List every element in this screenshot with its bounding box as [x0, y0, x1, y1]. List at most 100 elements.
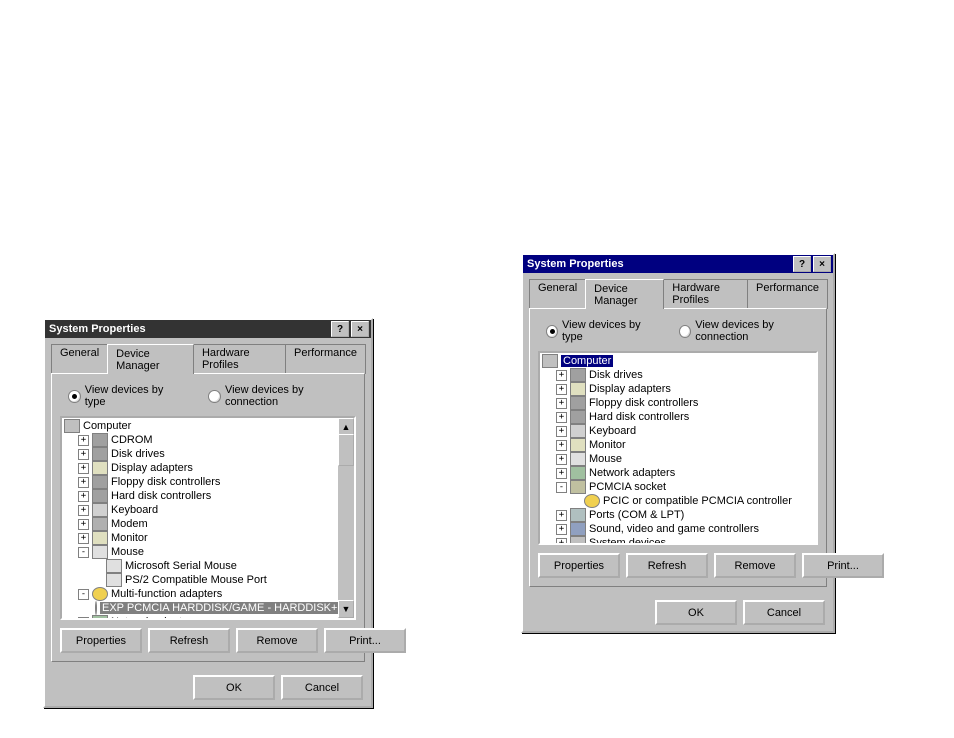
tree-item[interactable]: + Sound, video and game controllers [542, 522, 816, 536]
radio-view-by-connection[interactable]: View devices by connection [679, 319, 818, 343]
expand-icon[interactable]: + [556, 510, 567, 521]
refresh-button[interactable]: Refresh [626, 553, 708, 578]
tree-item[interactable]: Microsoft Serial Mouse [64, 559, 354, 573]
titlebar[interactable]: System Properties ? × [45, 320, 371, 338]
expand-icon[interactable]: + [556, 370, 567, 381]
tree-item[interactable]: - PCMCIA socket [542, 480, 816, 494]
tree-item[interactable]: +Keyboard [542, 424, 816, 438]
tab-general[interactable]: General [529, 279, 586, 309]
tab-hardware-profiles[interactable]: Hardware Profiles [193, 344, 286, 374]
tree-root[interactable]: Computer [542, 354, 816, 368]
remove-button[interactable]: Remove [236, 628, 318, 653]
tree-root[interactable]: Computer [64, 419, 354, 433]
collapse-icon[interactable]: - [78, 589, 89, 600]
expand-icon[interactable]: + [556, 524, 567, 535]
scroll-down-icon[interactable]: ▼ [338, 600, 354, 618]
tree-item[interactable]: +Display adapters [64, 461, 354, 475]
tab-device-manager[interactable]: Device Manager [585, 279, 664, 309]
collapse-icon[interactable]: - [556, 482, 567, 493]
tree-item[interactable]: +Hard disk controllers [64, 489, 354, 503]
window-title: System Properties [49, 323, 329, 335]
tree-item[interactable]: +CDROM [64, 433, 354, 447]
tree-item[interactable]: - Mouse [64, 545, 354, 559]
print-button[interactable]: Print... [802, 553, 884, 578]
help-button[interactable]: ? [331, 321, 349, 337]
tree-label: Sound, video and game controllers [589, 523, 759, 535]
scroll-thumb[interactable] [338, 434, 354, 466]
device-icon [95, 601, 97, 615]
tree-item[interactable]: +Mouse [542, 452, 816, 466]
tree-item[interactable]: + Modem [64, 517, 354, 531]
cancel-button[interactable]: Cancel [743, 600, 825, 625]
tab-general[interactable]: General [51, 344, 108, 374]
tab-device-manager[interactable]: Device Manager [107, 344, 194, 374]
device-icon [570, 466, 586, 480]
tree-item[interactable]: PCIC or compatible PCMCIA controller [542, 494, 816, 508]
expand-icon[interactable]: + [556, 538, 567, 546]
tree-label: PCIC or compatible PCMCIA controller [603, 495, 792, 507]
tree-label: PCMCIA socket [589, 481, 666, 493]
tab-performance[interactable]: Performance [747, 279, 828, 309]
tree-item[interactable]: +Ports (COM & LPT) [542, 508, 816, 522]
tab-performance[interactable]: Performance [285, 344, 366, 374]
tree-item[interactable]: EXP PCMCIA HARDDISK/GAME - HARDDISK+GAME [64, 601, 354, 615]
tree-item[interactable]: +Display adapters [542, 382, 816, 396]
tab-hardware-profiles[interactable]: Hardware Profiles [663, 279, 748, 309]
tree-item[interactable]: +Hard disk controllers [542, 410, 816, 424]
expand-icon[interactable]: + [78, 519, 89, 530]
radio-view-by-connection[interactable]: View devices by connection [208, 384, 356, 408]
tree-label: Modem [111, 518, 148, 530]
remove-button[interactable]: Remove [714, 553, 796, 578]
device-icon [92, 461, 108, 475]
expand-icon[interactable]: + [556, 454, 567, 465]
expand-icon[interactable]: + [78, 491, 89, 502]
print-button[interactable]: Print... [324, 628, 406, 653]
tree-item[interactable]: +Keyboard [64, 503, 354, 517]
expand-icon[interactable]: + [78, 463, 89, 474]
refresh-button[interactable]: Refresh [148, 628, 230, 653]
close-button[interactable]: × [351, 321, 369, 337]
tree-item[interactable]: +System devices [542, 536, 816, 545]
expand-icon[interactable]: + [78, 449, 89, 460]
tree-item[interactable]: +Disk drives [64, 447, 354, 461]
ok-button[interactable]: OK [193, 675, 275, 700]
scrollbar[interactable]: ▲ ▼ [338, 418, 354, 618]
tree-item[interactable]: + Monitor [64, 531, 354, 545]
tree-item[interactable]: +Network adapters [64, 615, 354, 620]
tree-item[interactable]: - Multi-function adapters [64, 587, 354, 601]
device-icon [106, 559, 122, 573]
tree-item[interactable]: +Floppy disk controllers [64, 475, 354, 489]
tree-label: Multi-function adapters [111, 588, 222, 600]
device-tree[interactable]: Computer+Disk drives+Display adapters+Fl… [538, 351, 818, 545]
expand-icon[interactable]: + [556, 426, 567, 437]
expand-icon[interactable]: + [556, 398, 567, 409]
help-button[interactable]: ? [793, 256, 811, 272]
tree-item[interactable]: PS/2 Compatible Mouse Port [64, 573, 354, 587]
device-tree[interactable]: ▲ ▼ Computer+CDROM+Disk drives+Display a… [60, 416, 356, 620]
tree-item[interactable]: +Disk drives [542, 368, 816, 382]
expand-icon[interactable]: + [556, 440, 567, 451]
tree-label: Mouse [111, 546, 144, 558]
tree-item[interactable]: +Floppy disk controllers [542, 396, 816, 410]
expand-icon[interactable]: + [78, 533, 89, 544]
expand-icon[interactable]: + [78, 617, 89, 621]
radio-view-by-type[interactable]: View devices by type [68, 384, 184, 408]
radio-view-by-type[interactable]: View devices by type [546, 319, 655, 343]
tree-label: Monitor [111, 532, 148, 544]
properties-button[interactable]: Properties [60, 628, 142, 653]
expand-icon[interactable]: + [78, 505, 89, 516]
close-button[interactable]: × [813, 256, 831, 272]
device-icon [570, 410, 586, 424]
titlebar[interactable]: System Properties ? × [523, 255, 833, 273]
tree-item[interactable]: +Monitor [542, 438, 816, 452]
expand-icon[interactable]: + [556, 468, 567, 479]
expand-icon[interactable]: + [78, 477, 89, 488]
expand-icon[interactable]: + [556, 384, 567, 395]
expand-icon[interactable]: + [556, 412, 567, 423]
expand-icon[interactable]: + [78, 435, 89, 446]
ok-button[interactable]: OK [655, 600, 737, 625]
collapse-icon[interactable]: - [78, 547, 89, 558]
tree-item[interactable]: +Network adapters [542, 466, 816, 480]
properties-button[interactable]: Properties [538, 553, 620, 578]
cancel-button[interactable]: Cancel [281, 675, 363, 700]
